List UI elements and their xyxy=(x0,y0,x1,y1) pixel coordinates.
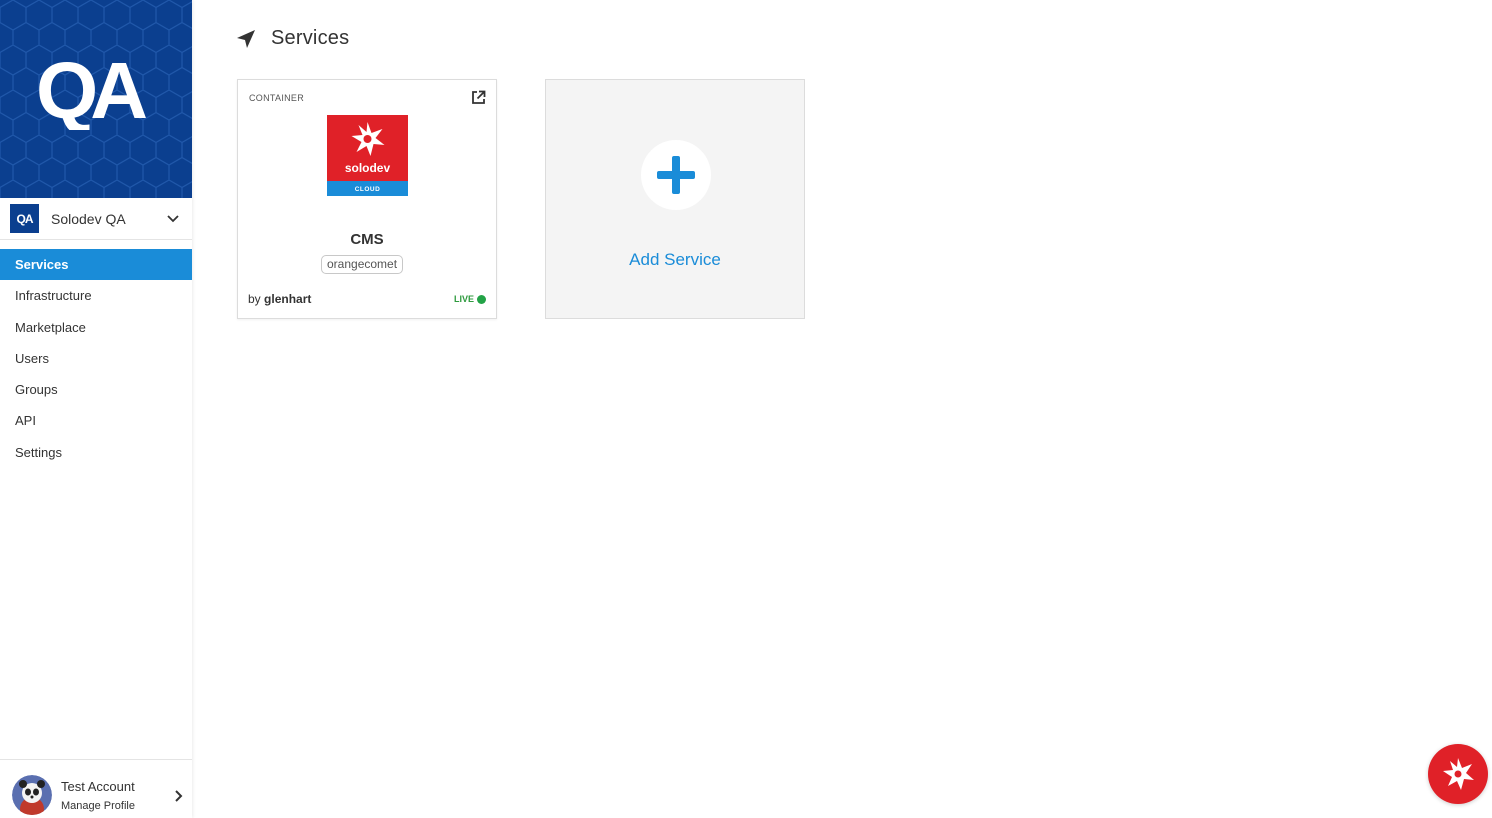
plus-icon[interactable] xyxy=(641,140,711,210)
manage-profile-link[interactable]: Manage Profile xyxy=(61,800,135,812)
page-title: Services xyxy=(271,27,350,49)
service-tag: orangecomet xyxy=(321,255,404,274)
org-name: Solodev QA xyxy=(51,210,126,227)
page-header: Services xyxy=(236,27,349,50)
profile-menu[interactable]: Test Account Manage Profile xyxy=(0,759,192,818)
service-type-label: CONTAINER xyxy=(249,93,305,103)
sidebar-item-services[interactable]: Services xyxy=(0,249,192,281)
brand-banner[interactable]: QA xyxy=(0,0,192,198)
sidebar-item-settings[interactable]: Settings xyxy=(0,437,192,468)
sidebar-item-api[interactable]: API xyxy=(0,405,192,436)
service-card[interactable]: CONTAINER solodev CLOUD CMS orangecomet … xyxy=(237,79,497,319)
add-service-card[interactable]: Add Service xyxy=(545,79,805,319)
status-dot-icon xyxy=(477,294,486,304)
svg-text:QA: QA xyxy=(36,50,146,130)
sidebar-item-groups[interactable]: Groups xyxy=(0,374,192,405)
avatar xyxy=(12,775,52,815)
profile-name: Test Account xyxy=(61,779,135,794)
sidebar-item-users[interactable]: Users xyxy=(0,343,192,374)
solodev-cloud-logo: solodev CLOUD xyxy=(327,115,408,196)
chevron-down-icon xyxy=(167,215,179,223)
sidebar-item-infrastructure[interactable]: Infrastructure xyxy=(0,280,192,311)
service-owner: by glenhart xyxy=(248,292,312,306)
solodev-star-icon xyxy=(1443,758,1474,790)
svg-text:CLOUD: CLOUD xyxy=(355,186,381,193)
svg-text:solodev: solodev xyxy=(345,161,391,175)
qa-logo: QA xyxy=(36,50,154,130)
external-link-icon[interactable] xyxy=(471,90,486,105)
location-arrow-icon xyxy=(237,29,255,48)
chevron-right-icon xyxy=(175,790,183,802)
org-switcher[interactable]: QA Solodev QA xyxy=(0,198,192,240)
solodev-chat-button[interactable] xyxy=(1428,744,1488,804)
sidebar-item-marketplace[interactable]: Marketplace xyxy=(0,312,192,343)
sidebar-nav: Services Infrastructure Marketplace User… xyxy=(0,249,192,468)
add-service-label[interactable]: Add Service xyxy=(546,250,804,270)
status-badge: LIVE xyxy=(454,294,486,304)
sidebar: QA QA Solodev QA Services Infrastructure… xyxy=(0,0,192,818)
service-name: CMS xyxy=(350,231,384,248)
org-badge: QA xyxy=(10,204,39,233)
